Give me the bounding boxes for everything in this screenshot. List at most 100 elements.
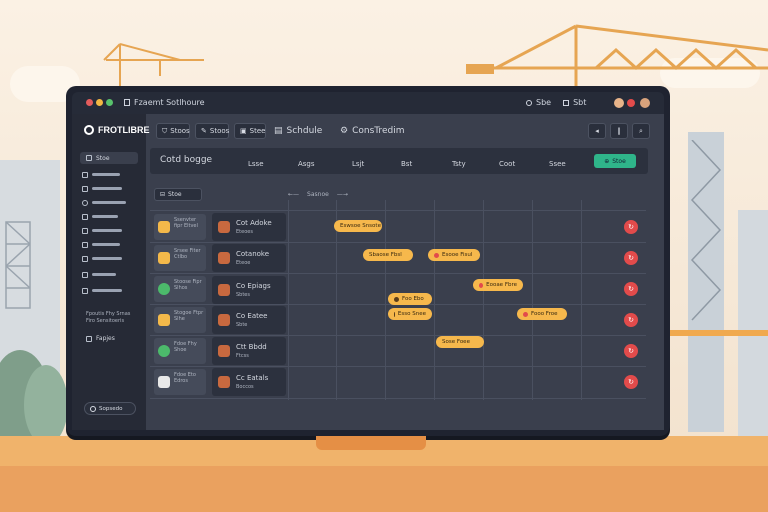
notification-icon[interactable] [627,99,635,107]
event-pill[interactable]: Sose Foee [436,336,484,348]
calendar-title: Cotd bogge [160,155,213,165]
sidebar-item-active[interactable]: Stoe [80,152,138,164]
event-pill[interactable]: Foo Ebo [388,293,432,305]
event-pill[interactable]: Esso Snee [388,308,432,320]
share-button[interactable]: ◂ [588,123,606,139]
sidebar-item[interactable] [82,226,122,235]
avatar[interactable] [640,98,650,108]
sidebar-item[interactable] [82,270,116,279]
plus-icon: ⊕ [604,157,610,165]
worker-icon [218,284,230,296]
resource-card-label: Fdoe Eto Edros [174,372,196,384]
alert-flag-icon[interactable]: ↻ [624,220,638,234]
task-card[interactable]: Co Epiags Sbtes [212,276,286,304]
sidebar-item[interactable] [82,170,120,179]
schedule-tab-label: Schdule [286,126,323,136]
sidebar-item[interactable] [82,184,122,193]
close-window-dot[interactable] [86,99,93,106]
schedule-tab[interactable]: ▤ Schdule [274,126,322,136]
resource-card-label: Stogoe Ftpr Slhe [174,310,204,322]
folder-icon [86,335,92,342]
sidebar-item[interactable] [82,254,122,263]
alert-flag-icon[interactable]: ↻ [624,375,638,389]
sidebar-item[interactable] [82,212,118,221]
event-pill[interactable]: Eooae Fbre [473,279,523,291]
event-label: Esso Snee [397,311,426,317]
week-nav[interactable]: ←— Sasnoe —→ [288,191,348,198]
toolbar-button[interactable]: ✎ Stoos [195,123,229,139]
resource-card[interactable]: Stoose Fipr Slhos [154,276,206,302]
day-header[interactable]: Bst [401,160,412,168]
monitor-stand [316,436,426,450]
day-header[interactable]: Lsjt [352,160,364,168]
toolbar-button[interactable]: ▣ Stee [234,123,266,139]
event-pill[interactable]: Sbaose Fbsl [363,249,413,261]
task-card[interactable]: Cotanoke Eteoe [212,244,286,272]
task-card[interactable]: Ctt Bbdd Ftcss [212,337,286,365]
sidebar-label-bar [92,289,122,292]
event-label: Sbaose Fbsl [369,252,402,258]
titlebar-label[interactable]: Sbe [536,98,551,107]
resource-card[interactable]: Fdoe Fhy Shoe [154,338,206,364]
filter-button[interactable]: ⊟ Stoe [154,188,202,201]
arrow-left-icon[interactable]: ←— [288,191,299,198]
minimize-window-dot[interactable] [96,99,103,106]
sidebar-label-bar [92,257,122,260]
avatar[interactable] [614,98,624,108]
settings-icon[interactable] [526,99,532,106]
event-pill[interactable]: Esooe Fisul [428,249,480,261]
image-icon: ▣ [240,127,247,135]
sidebar-projects[interactable]: Fapjes [86,334,115,343]
event-pill[interactable]: Eswsoe Snsote [334,220,382,232]
alert-flag-icon[interactable]: ↻ [624,344,638,358]
add-event-button[interactable]: ⊕ Stoe [594,154,636,168]
alert-flag-icon[interactable]: ↻ [624,251,638,265]
resource-card[interactable]: Ssenvter fipr Eltvel [154,214,206,240]
scaffold-illustration [5,221,31,309]
day-header[interactable]: Asgs [298,160,315,168]
zoom-button[interactable]: ⌕ [632,123,650,139]
day-header[interactable]: Coot [499,160,515,168]
crew-icon [158,314,170,326]
construction-tab[interactable]: ⚙ ConsTredim [340,126,404,136]
task-card[interactable]: Cc Eatals Boccos [212,368,286,396]
day-header[interactable]: Tsty [452,160,466,168]
event-pill[interactable]: Fooo Froe [517,308,567,320]
toolbar-button[interactable]: ⛉ Stoos [156,123,190,139]
alert-flag-icon[interactable]: ↻ [624,313,638,327]
app-logo: FROTLIBRE [84,125,150,135]
resource-card[interactable]: Stogoe Ftpr Slhe [154,307,206,333]
day-header[interactable]: Ssee [549,160,566,168]
tool-icon [82,185,88,192]
resource-card[interactable]: Srsee Fiter Ctlbo [154,245,206,271]
sidebar-footer-button[interactable]: Sopsedo [84,402,136,415]
arrow-right-icon[interactable]: —→ [337,191,348,198]
toolbar-button-label: Stoos [209,127,230,135]
alert-flag-icon[interactable]: ↻ [624,282,638,296]
grid-line [150,366,646,367]
maximize-window-dot[interactable] [106,99,113,106]
pause-button[interactable]: ‖ [610,123,628,139]
window-icon[interactable] [563,99,570,106]
status-dot-icon [434,252,439,258]
zoom-icon: ⌕ [639,126,643,135]
resource-card[interactable]: Fdoe Eto Edros [154,369,206,395]
status-dot-icon [479,282,484,288]
task-subtitle: Sbtes [236,292,250,298]
shield-icon: ⛉ [162,126,168,135]
sidebar-projects-label: Fapjes [96,335,115,342]
task-title: Co Epiags [236,282,271,290]
task-card[interactable]: Cot Adoke Eteoes [212,213,286,241]
sidebar-item[interactable] [82,286,122,295]
home-icon [86,155,92,161]
task-card[interactable]: Co Eatee Sbte [212,306,286,334]
day-header[interactable]: Lsse [248,160,264,168]
event-label: Eswsoe Snsote [340,223,381,229]
titlebar-label[interactable]: Sbt [573,98,586,107]
status-dot-icon [394,311,395,317]
sidebar-item[interactable] [82,198,126,207]
tree [24,365,68,445]
sidebar-item[interactable] [82,240,120,249]
crew-icon [158,221,170,233]
crew-icon [158,252,170,264]
